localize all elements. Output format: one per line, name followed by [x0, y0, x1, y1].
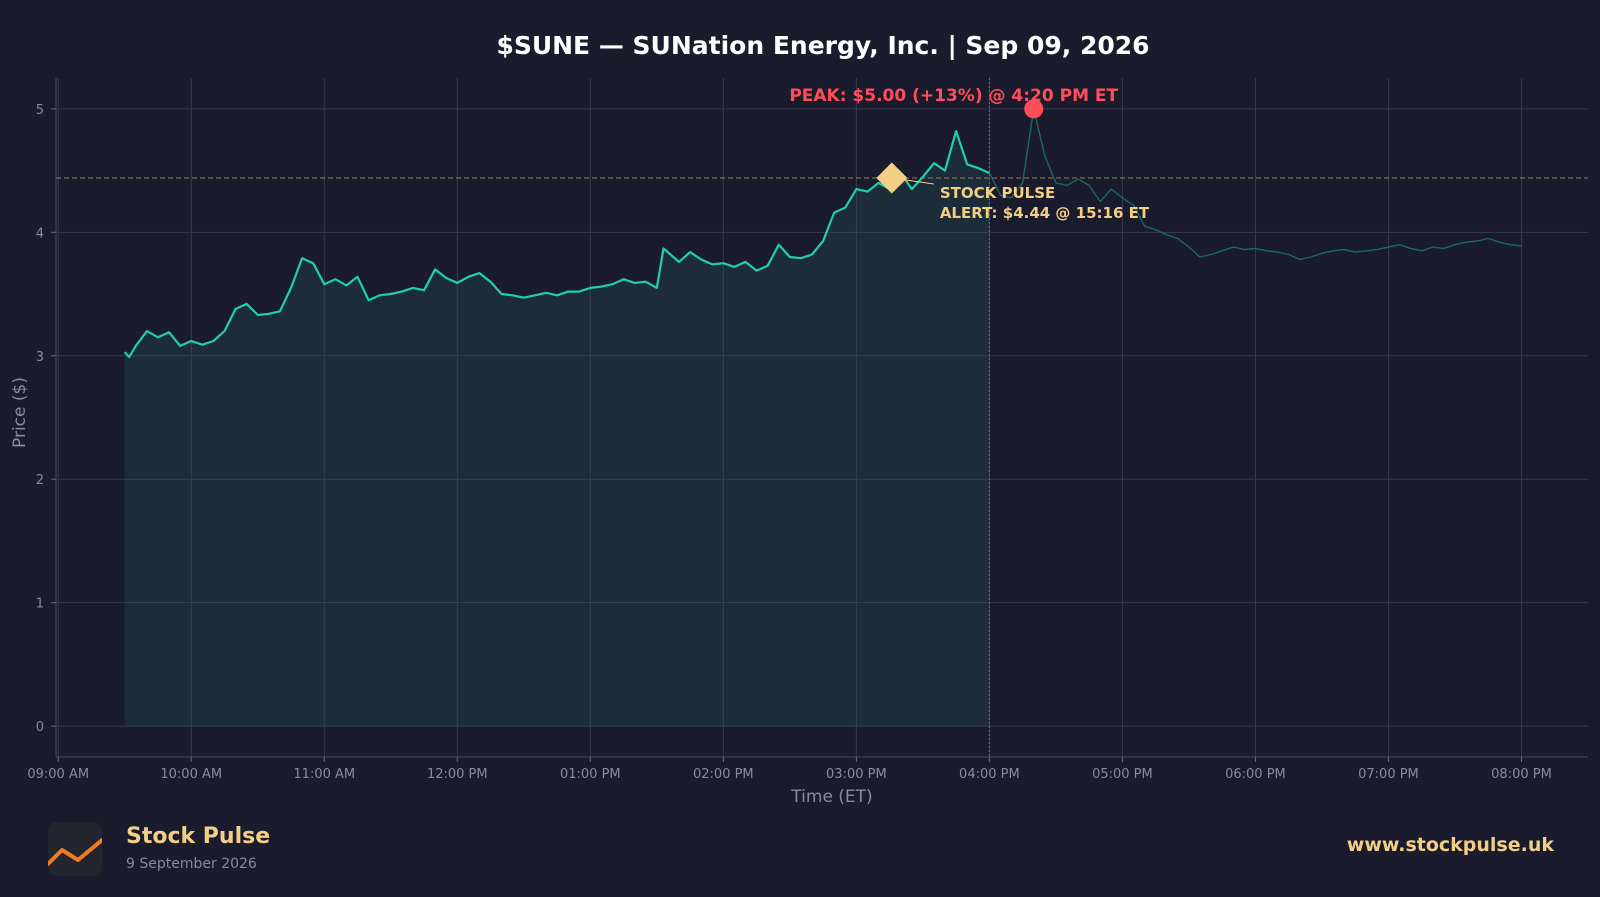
x-tick-label: 10:00 AM	[160, 767, 222, 782]
site-url[interactable]: www.stockpulse.uk	[1347, 834, 1554, 856]
brand-date: 9 September 2026	[126, 856, 257, 872]
x-tick-label: 09:00 AM	[27, 767, 89, 782]
price-chart-svg: 0 1 2 3 4 5 09:00 AM 10:00 AM 11:00 AM 12:00 PM 01…	[10, 31, 1588, 807]
y-tick-label: 0	[36, 720, 44, 735]
y-tick-label: 1	[36, 597, 44, 612]
footer: Stock Pulse 9 September 2026 www.stockpu…	[0, 810, 1600, 897]
brand-name: Stock Pulse	[126, 824, 271, 849]
x-tick-label: 08:00 PM	[1491, 767, 1552, 782]
x-tick-label: 06:00 PM	[1225, 767, 1286, 782]
x-tick-label: 11:00 AM	[293, 767, 355, 782]
x-tick-label: 05:00 PM	[1092, 767, 1153, 782]
x-tick-label: 07:00 PM	[1358, 767, 1419, 782]
y-tick-label: 2	[36, 473, 44, 488]
peak-label: PEAK: $5.00 (+13%) @ 4:20 PM ET	[789, 86, 1118, 106]
x-tick-label: 04:00 PM	[959, 767, 1020, 782]
alert-label-value: ALERT: $4.44 @ 15:16 ET	[940, 204, 1150, 222]
trend-line-icon-svg	[46, 838, 104, 866]
price-chart: 0 1 2 3 4 5 09:00 AM 10:00 AM 11:00 AM 12:00 PM 01…	[0, 0, 1600, 810]
regular-session-area	[124, 131, 990, 727]
y-tick-label: 4	[36, 226, 44, 241]
y-tick-label: 3	[36, 350, 44, 365]
x-tick-label: 03:00 PM	[826, 767, 887, 782]
alert-label-title: STOCK PULSE	[940, 184, 1055, 202]
x-axis-label: Time (ET)	[790, 787, 872, 807]
y-tick-label: 5	[36, 103, 44, 118]
x-tick-label: 01:00 PM	[560, 767, 621, 782]
x-tick-label: 12:00 PM	[427, 767, 488, 782]
x-tick-label: 02:00 PM	[693, 767, 754, 782]
trend-line-icon	[46, 822, 104, 876]
chart-title: $SUNE — SUNation Energy, Inc. | Sep 09, …	[496, 31, 1149, 60]
y-axis-label: Price ($)	[10, 377, 30, 448]
